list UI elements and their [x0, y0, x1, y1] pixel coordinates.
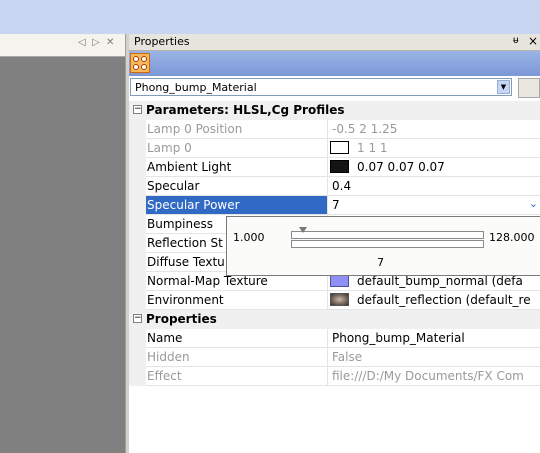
chevron-down-icon[interactable]: ⌄ [529, 197, 538, 210]
property-name: Lamp 0 Position [147, 122, 243, 136]
property-row-specular-power[interactable]: Specular Power 7 ⌄ [129, 196, 540, 215]
category-label: Properties [146, 312, 217, 326]
property-name: Hidden [147, 350, 190, 364]
category-properties[interactable]: − Properties [129, 310, 540, 329]
slider-min-label: 1.000 [233, 231, 265, 244]
property-name: Ambient Light [147, 160, 232, 174]
scroll-right-icon[interactable]: ▷ [92, 37, 100, 48]
categorized-view-button[interactable] [130, 53, 150, 73]
property-row-ambient-light[interactable]: Ambient Light 0.07 0.07 0.07 [129, 158, 540, 177]
property-name: Name [147, 331, 183, 345]
property-name: Bumpiness [147, 217, 213, 231]
property-value: False [332, 350, 363, 364]
property-row-hidden[interactable]: Hidden False [129, 348, 540, 367]
property-name: Normal-Map Texture [147, 274, 268, 288]
properties-toolbar [129, 51, 540, 76]
category-parameters[interactable]: − Parameters: HLSL,Cg Profiles [129, 101, 540, 120]
slider-current-value: 7 [377, 256, 384, 269]
property-name: Specular Power [147, 198, 240, 212]
slider-popup: 1.000 128.000 7 [226, 216, 540, 276]
color-swatch[interactable] [330, 141, 349, 154]
property-name: Environment [147, 293, 224, 307]
slider-track-lower[interactable] [291, 240, 484, 248]
property-value: -0.5 2 1.25 [332, 122, 398, 136]
property-value: Phong_bump_Material [332, 331, 465, 345]
property-value: file:///D:/My Documents/FX Com [332, 369, 524, 383]
slider-track[interactable] [291, 231, 484, 239]
category-label: Parameters: HLSL,Cg Profiles [146, 103, 345, 117]
property-row-environment[interactable]: Environment default_reflection (default_… [129, 291, 540, 310]
collapse-icon[interactable]: − [133, 105, 142, 114]
pin-icon[interactable]: ᵾ [513, 35, 518, 46]
property-value: 0.07 0.07 0.07 [357, 160, 445, 174]
object-selector-value: Phong_bump_Material [135, 81, 257, 94]
collapse-icon[interactable]: − [133, 314, 142, 323]
property-name: Specular [147, 179, 200, 193]
chevron-down-icon[interactable]: ▼ [497, 80, 510, 94]
document-panel-header: ◁ ▷ ✕ [0, 34, 125, 57]
property-name: Lamp 0 [147, 141, 192, 155]
properties-titlebar: Properties ᵾ × [129, 34, 540, 51]
property-value-editor[interactable]: 7 [332, 198, 340, 212]
property-value: 1 1 1 [357, 141, 388, 155]
object-selector[interactable]: Phong_bump_Material ▼ [130, 78, 512, 96]
property-row-name[interactable]: Name Phong_bump_Material [129, 329, 540, 348]
window-top-band [0, 0, 540, 34]
property-value: 0.4 [332, 179, 352, 193]
texture-thumbnail[interactable] [330, 293, 349, 306]
property-value: default_bump_normal (defa [357, 274, 523, 288]
property-name: Reflection St [147, 236, 223, 250]
property-value: default_reflection (default_re [357, 293, 531, 307]
property-pages-button[interactable] [518, 78, 540, 98]
properties-title: Properties [134, 35, 190, 48]
property-row-lamp0-position[interactable]: Lamp 0 Position -0.5 2 1.25 [129, 120, 540, 139]
property-name: Diffuse Textu [147, 255, 225, 269]
color-swatch[interactable] [330, 160, 349, 173]
scroll-left-icon[interactable]: ◁ [78, 37, 86, 48]
property-row-specular[interactable]: Specular 0.4 [129, 177, 540, 196]
close-icon[interactable]: × [528, 34, 538, 48]
close-icon[interactable]: ✕ [106, 37, 114, 48]
slider-max-label: 128.000 [489, 231, 535, 244]
slider-thumb[interactable] [298, 227, 307, 233]
document-panel: ◁ ▷ ✕ [0, 34, 125, 453]
property-row-lamp0[interactable]: Lamp 0 1 1 1 [129, 139, 540, 158]
property-row-effect[interactable]: Effect file:///D:/My Documents/FX Com [129, 367, 540, 386]
property-name: Effect [147, 369, 182, 383]
